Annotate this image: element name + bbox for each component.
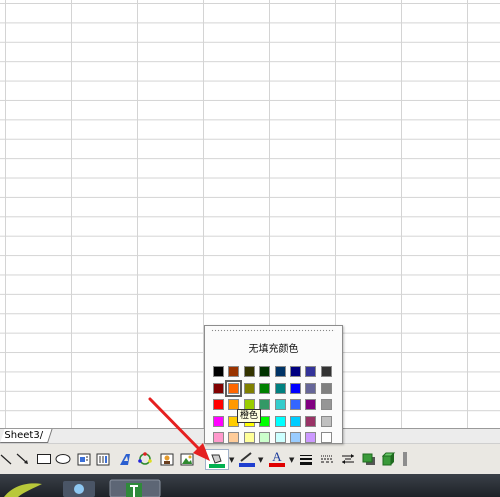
color-swatch[interactable]	[274, 366, 286, 377]
color-swatch[interactable]	[213, 415, 224, 427]
rectangle-icon[interactable]	[36, 450, 52, 468]
color-swatch[interactable]	[243, 432, 255, 444]
color-swatch[interactable]	[320, 382, 332, 394]
start-orb-icon[interactable]	[4, 483, 42, 497]
drawing-toolbar: ▼ ▼ A ▼	[0, 443, 500, 474]
color-swatch[interactable]	[290, 415, 301, 427]
dash-style-icon[interactable]	[320, 450, 334, 468]
fill-color-icon	[209, 454, 225, 468]
line-color-dropdown-icon[interactable]: ▼	[258, 456, 263, 464]
color-swatch[interactable]	[274, 415, 286, 427]
color-swatch[interactable]	[228, 366, 240, 377]
color-swatch[interactable]	[274, 399, 286, 411]
taskbar-app-icon-1[interactable]	[63, 481, 95, 497]
color-swatch[interactable]	[259, 366, 271, 377]
color-swatch[interactable]	[243, 382, 255, 394]
color-swatch[interactable]	[305, 366, 317, 377]
font-color-swatch	[269, 463, 285, 467]
line-style-icon[interactable]	[299, 450, 313, 468]
no-fill-button[interactable]: 无填充颜色	[205, 340, 342, 355]
shadow-icon[interactable]	[362, 450, 376, 468]
fill-color-dropdown-icon[interactable]: ▼	[229, 456, 234, 464]
line-icon[interactable]	[0, 450, 12, 468]
color-tooltip: 橙色	[237, 409, 262, 423]
clipart-icon[interactable]	[160, 450, 174, 468]
picture-icon[interactable]	[180, 450, 194, 468]
wordart-icon[interactable]	[118, 450, 132, 468]
palette-drag-handle[interactable]	[211, 329, 335, 332]
toolbar-end-grip	[402, 450, 408, 468]
oval-icon[interactable]	[55, 450, 71, 468]
color-swatch[interactable]	[320, 415, 332, 427]
fill-color-button[interactable]	[205, 449, 229, 470]
color-swatch[interactable]	[290, 382, 301, 394]
color-swatch[interactable]	[213, 382, 224, 394]
arrow-style-icon[interactable]	[341, 450, 355, 468]
color-swatch[interactable]	[305, 432, 317, 444]
color-swatch[interactable]	[305, 415, 317, 427]
3d-icon[interactable]	[382, 450, 396, 468]
taskbar-excel-icon[interactable]	[109, 479, 161, 497]
font-color-dropdown-icon[interactable]: ▼	[289, 456, 294, 464]
color-swatch[interactable]	[213, 399, 224, 411]
color-swatch[interactable]	[320, 399, 332, 411]
os-taskbar	[0, 474, 500, 497]
color-swatch[interactable]	[225, 379, 243, 397]
color-swatch[interactable]	[290, 366, 301, 377]
color-swatch[interactable]	[290, 399, 301, 411]
color-swatch[interactable]	[213, 432, 224, 444]
line-color-button[interactable]	[238, 450, 256, 468]
color-swatch[interactable]	[305, 399, 317, 411]
font-color-icon: A	[272, 449, 282, 464]
fill-color-palette: 无填充颜色	[204, 325, 343, 444]
diagram-icon[interactable]	[138, 450, 152, 468]
vertical-textbox-icon[interactable]	[96, 450, 110, 468]
color-swatch[interactable]	[259, 432, 271, 444]
color-swatch[interactable]	[243, 366, 255, 377]
textbox-icon[interactable]	[77, 450, 91, 468]
arrow-icon[interactable]	[16, 450, 30, 468]
color-swatch[interactable]	[213, 366, 224, 377]
color-swatch[interactable]	[290, 432, 301, 444]
color-swatch[interactable]	[320, 432, 332, 444]
sheet-tab-label: Sheet3/	[4, 430, 44, 441]
line-color-icon	[239, 452, 255, 467]
color-swatch[interactable]	[228, 432, 240, 444]
color-swatch[interactable]	[305, 382, 317, 394]
color-swatch[interactable]	[320, 366, 332, 377]
color-swatch[interactable]	[259, 382, 271, 394]
font-color-button[interactable]: A	[268, 450, 286, 468]
color-swatch[interactable]	[274, 432, 286, 444]
color-swatch[interactable]	[274, 382, 286, 394]
sheet-tab-sheet3[interactable]: Sheet3/	[0, 429, 53, 443]
